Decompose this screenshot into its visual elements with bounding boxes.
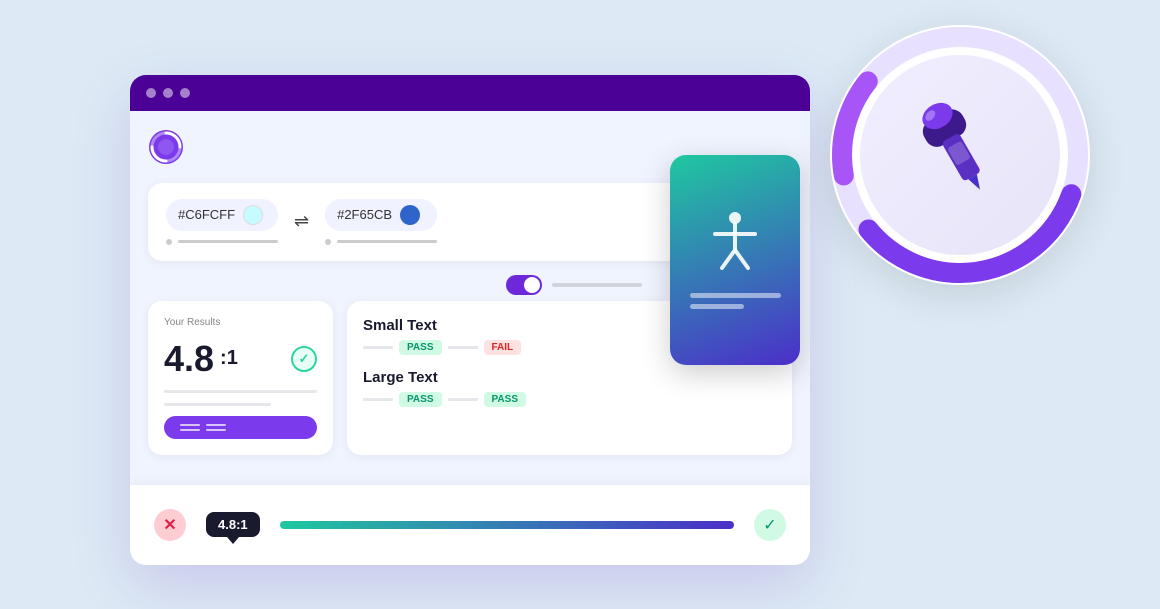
titlebar-dot-1 [146, 88, 156, 98]
large-text-badge-pass-1: PASS [399, 392, 442, 407]
large-text-title: Large Text [363, 369, 776, 386]
small-text-badge-fail: FAIL [484, 340, 522, 355]
color-input-2[interactable]: #2F65CB [325, 199, 437, 231]
ratio-bubble: 4.8:1 [206, 512, 260, 537]
contrast-slider[interactable] [280, 521, 734, 529]
titlebar-dot-3 [180, 88, 190, 98]
toggle-switch[interactable] [506, 275, 542, 295]
button-lines-2 [206, 424, 226, 431]
badge-bar-1 [363, 346, 393, 349]
results-label: Your Results [164, 317, 317, 328]
check-circle: ✓ [291, 346, 317, 372]
large-text-badge-pass-2: PASS [484, 392, 527, 407]
color-value-1: #C6FCFF [178, 207, 235, 222]
titlebar [130, 75, 810, 111]
titlebar-dot-2 [163, 88, 173, 98]
access-line-2 [690, 304, 745, 309]
results-bar-1 [164, 390, 317, 393]
color-input-1[interactable]: #C6FCFF [166, 199, 278, 231]
browser-window: #C6FCFF ⇌ #2F65CB [130, 75, 810, 565]
eyedropper-circle [830, 25, 1090, 285]
ratio-suffix: :1 [220, 347, 238, 370]
toggle-row [506, 275, 642, 295]
eyedropper-icon [887, 78, 1034, 232]
slider-2 [325, 239, 437, 245]
results-bar-2 [164, 403, 271, 406]
person-icon [710, 210, 760, 270]
access-lines [690, 293, 781, 309]
accessibility-card [670, 155, 800, 365]
ratio-bubble-container: 4.8:1 [206, 512, 260, 537]
color-value-2: #2F65CB [337, 207, 392, 222]
fail-icon: ✕ [154, 509, 186, 541]
results-card: Your Results 4.8 :1 ✓ [148, 301, 333, 455]
slider-dot-1 [166, 239, 172, 245]
pass-icon: ✓ [754, 509, 786, 541]
badge-bar-3 [363, 398, 393, 401]
bottom-bar: ✕ 4.8:1 ✓ [130, 485, 810, 565]
badge-bar-4 [448, 398, 478, 401]
color-input-right: #2F65CB [325, 199, 437, 245]
swap-icon[interactable]: ⇌ [294, 211, 309, 232]
toggle-knob [524, 277, 540, 293]
btn-line-2 [180, 429, 200, 431]
color-input-left: #C6FCFF [166, 199, 278, 245]
large-text-section: Large Text PASS PASS [363, 369, 776, 407]
slider-1 [166, 239, 278, 245]
access-line-1 [690, 293, 781, 298]
toggle-label-bar [552, 283, 642, 287]
color-swatch-2[interactable] [400, 205, 420, 225]
btn-line-1 [180, 424, 200, 426]
slider-dot-2 [325, 239, 331, 245]
ratio-row: 4.8 :1 ✓ [164, 338, 317, 380]
app-logo [148, 129, 184, 165]
accessibility-figure [710, 210, 760, 277]
dropper-inner-circle [860, 55, 1060, 255]
btn-line-4 [206, 429, 226, 431]
large-text-badge-row: PASS PASS [363, 392, 776, 407]
slider-track-1[interactable] [178, 240, 278, 243]
results-button[interactable] [164, 416, 317, 439]
ratio-value: 4.8 [164, 338, 214, 380]
slider-track-2[interactable] [337, 240, 437, 243]
color-swatch-1[interactable] [243, 205, 263, 225]
badge-bar-2 [448, 346, 478, 349]
btn-line-3 [206, 424, 226, 426]
browser-content: #C6FCFF ⇌ #2F65CB [130, 111, 810, 473]
button-lines [180, 424, 200, 431]
cards-row: Your Results 4.8 :1 ✓ [148, 301, 792, 455]
check-icon: ✓ [299, 351, 310, 367]
small-text-badge-pass: PASS [399, 340, 442, 355]
